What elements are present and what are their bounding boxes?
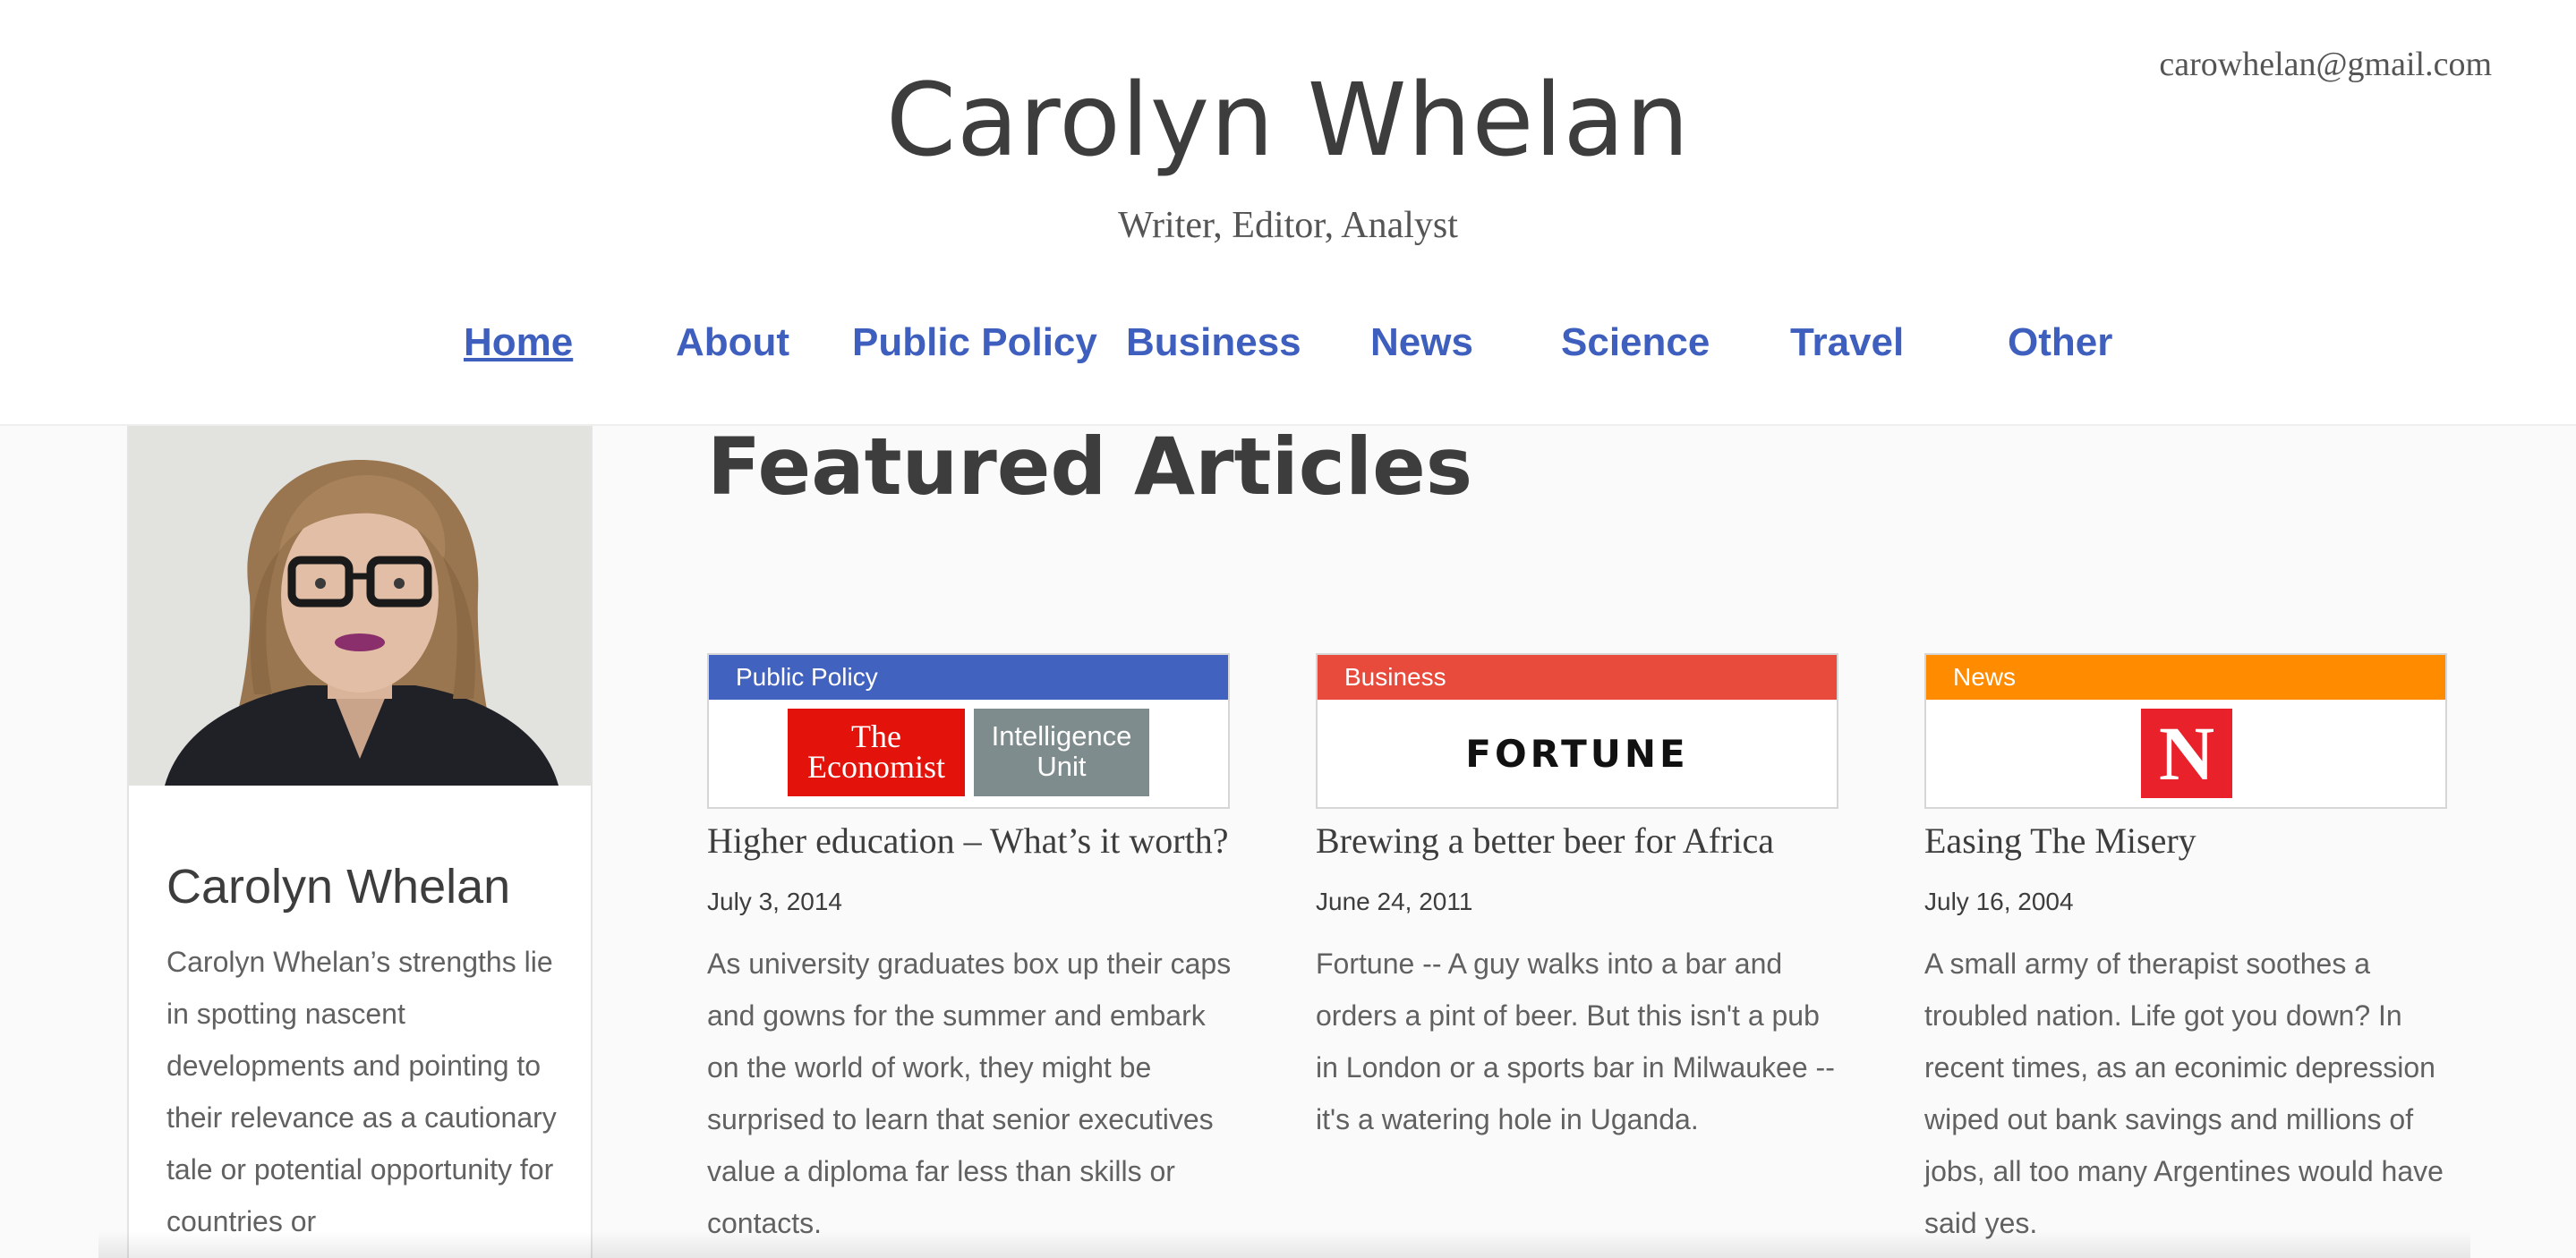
newsweek-logo: N (2141, 709, 2232, 798)
eiu-logo-line2: Unit (1036, 751, 1087, 782)
economist-logo: The Economist (788, 709, 965, 796)
nav-item-about[interactable]: About (676, 313, 789, 372)
category-label[interactable]: Public Policy (709, 655, 1228, 700)
nav-item-public-policy[interactable]: Public Policy (852, 313, 1097, 372)
category-label[interactable]: News (1926, 655, 2445, 700)
article-date: June 24, 2011 (1316, 888, 1473, 915)
category-label[interactable]: Business (1318, 655, 1837, 700)
nav-item-news[interactable]: News (1370, 313, 1473, 372)
site-tagline: Writer, Editor, Analyst (1118, 205, 1458, 246)
article-excerpt: Fortune -- A guy walks into a bar and or… (1316, 948, 1835, 1135)
article-card[interactable]: News N Easing The Misery July 16, 2004 A… (1924, 653, 2447, 1244)
article-thumbnail[interactable]: News N (1924, 653, 2447, 809)
nav-item-home[interactable]: Home (464, 313, 573, 372)
fortune-logo: FORTUNE (1465, 732, 1689, 776)
eiu-logo-line1: Intelligence (991, 720, 1132, 752)
article-date: July 3, 2014 (707, 888, 842, 915)
featured-articles-heading: Featured Articles (707, 421, 1473, 513)
article-excerpt: As university graduates box up their cap… (707, 948, 1232, 1239)
sidebar-author-name: Carolyn Whelan (166, 860, 511, 914)
nav-item-business[interactable]: Business (1126, 313, 1301, 372)
author-photo (129, 426, 591, 786)
article-thumbnail[interactable]: Public Policy The Economist Intelligence… (707, 653, 1230, 809)
article-date: July 16, 2004 (1924, 888, 2074, 915)
intelligence-unit-logo: Intelligence Unit (974, 709, 1149, 796)
article-thumbnail[interactable]: Business FORTUNE (1316, 653, 1838, 809)
economist-logo-line1: The (851, 718, 901, 754)
author-portrait-image (129, 426, 591, 786)
article-title-link[interactable]: Easing The Misery (1924, 820, 2196, 862)
main-nav: Home About Public Policy Business News S… (0, 313, 2576, 372)
nav-item-other[interactable]: Other (2008, 313, 2112, 372)
article-excerpt: A small army of therapist soothes a trou… (1924, 948, 2444, 1239)
author-sidebar: Carolyn Whelan Carolyn Whelan’s strength… (127, 426, 593, 1258)
article-card[interactable]: Public Policy The Economist Intelligence… (707, 653, 1231, 1244)
nav-item-travel[interactable]: Travel (1790, 313, 1904, 372)
article-title-link[interactable]: Higher education – What’s it worth? (707, 820, 1228, 862)
nav-item-science[interactable]: Science (1561, 313, 1710, 372)
economist-logo-line2: Economist (807, 749, 945, 785)
page-bottom-shadow (98, 1231, 2470, 1258)
contact-email-link[interactable]: carowhelan@gmail.com (2159, 45, 2492, 84)
article-title-link[interactable]: Brewing a better beer for Africa (1316, 820, 1774, 862)
sidebar-author-bio: Carolyn Whelan’s strengths lie in spotti… (166, 946, 557, 1237)
article-card[interactable]: Business FORTUNE Brewing a better beer f… (1316, 653, 1838, 1244)
site-header: Carolyn Whelan Writer, Editor, Analyst c… (0, 0, 2576, 426)
